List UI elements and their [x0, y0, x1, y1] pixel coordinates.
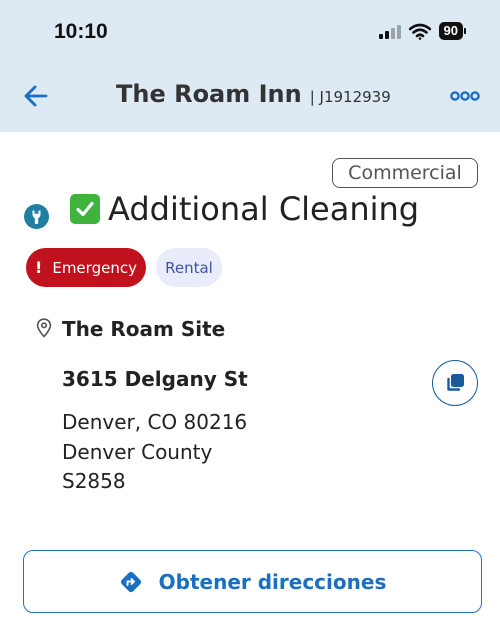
site-name: The Roam Site: [62, 317, 226, 341]
directions-icon: [120, 571, 141, 592]
top-header: 10:10 90 The Roam Inn | J1912939: [0, 0, 500, 132]
location-pin-icon: [36, 318, 52, 338]
status-icons: 90: [378, 22, 466, 40]
street-address: 3615 Delgany St: [62, 367, 248, 391]
county: Denver County: [62, 440, 213, 464]
copy-icon: [447, 374, 464, 391]
emergency-tag: ! Emergency: [26, 248, 146, 287]
wifi-icon: [408, 23, 431, 40]
get-directions-button[interactable]: Obtener direcciones: [23, 550, 482, 613]
page-title: The Roam Inn: [116, 80, 302, 108]
job-type-badge: Commercial: [332, 158, 478, 188]
cellular-signal-icon: [378, 23, 401, 39]
city-state-zip: Denver, CO 80216: [62, 410, 248, 434]
checkmark-icon: [70, 194, 100, 224]
job-id: | J1912939: [309, 88, 391, 106]
battery-level: 90: [438, 22, 463, 40]
get-directions-label: Obtener direcciones: [158, 569, 387, 594]
header-title-group: The Roam Inn | J1912939: [116, 80, 391, 108]
battery-icon: 90: [438, 22, 466, 40]
back-arrow-icon[interactable]: [22, 82, 50, 110]
copy-address-button[interactable]: [432, 360, 478, 406]
job-title-row: Additional Cleaning: [70, 190, 419, 228]
rental-tag: Rental: [156, 248, 222, 287]
alert-icon: !: [35, 258, 43, 277]
emergency-tag-label: Emergency: [52, 258, 137, 277]
status-time: 10:10: [54, 20, 108, 43]
site-code: S2858: [62, 469, 126, 493]
job-title: Additional Cleaning: [108, 190, 420, 228]
more-options-icon[interactable]: [450, 88, 480, 104]
wrench-icon: [24, 204, 49, 229]
